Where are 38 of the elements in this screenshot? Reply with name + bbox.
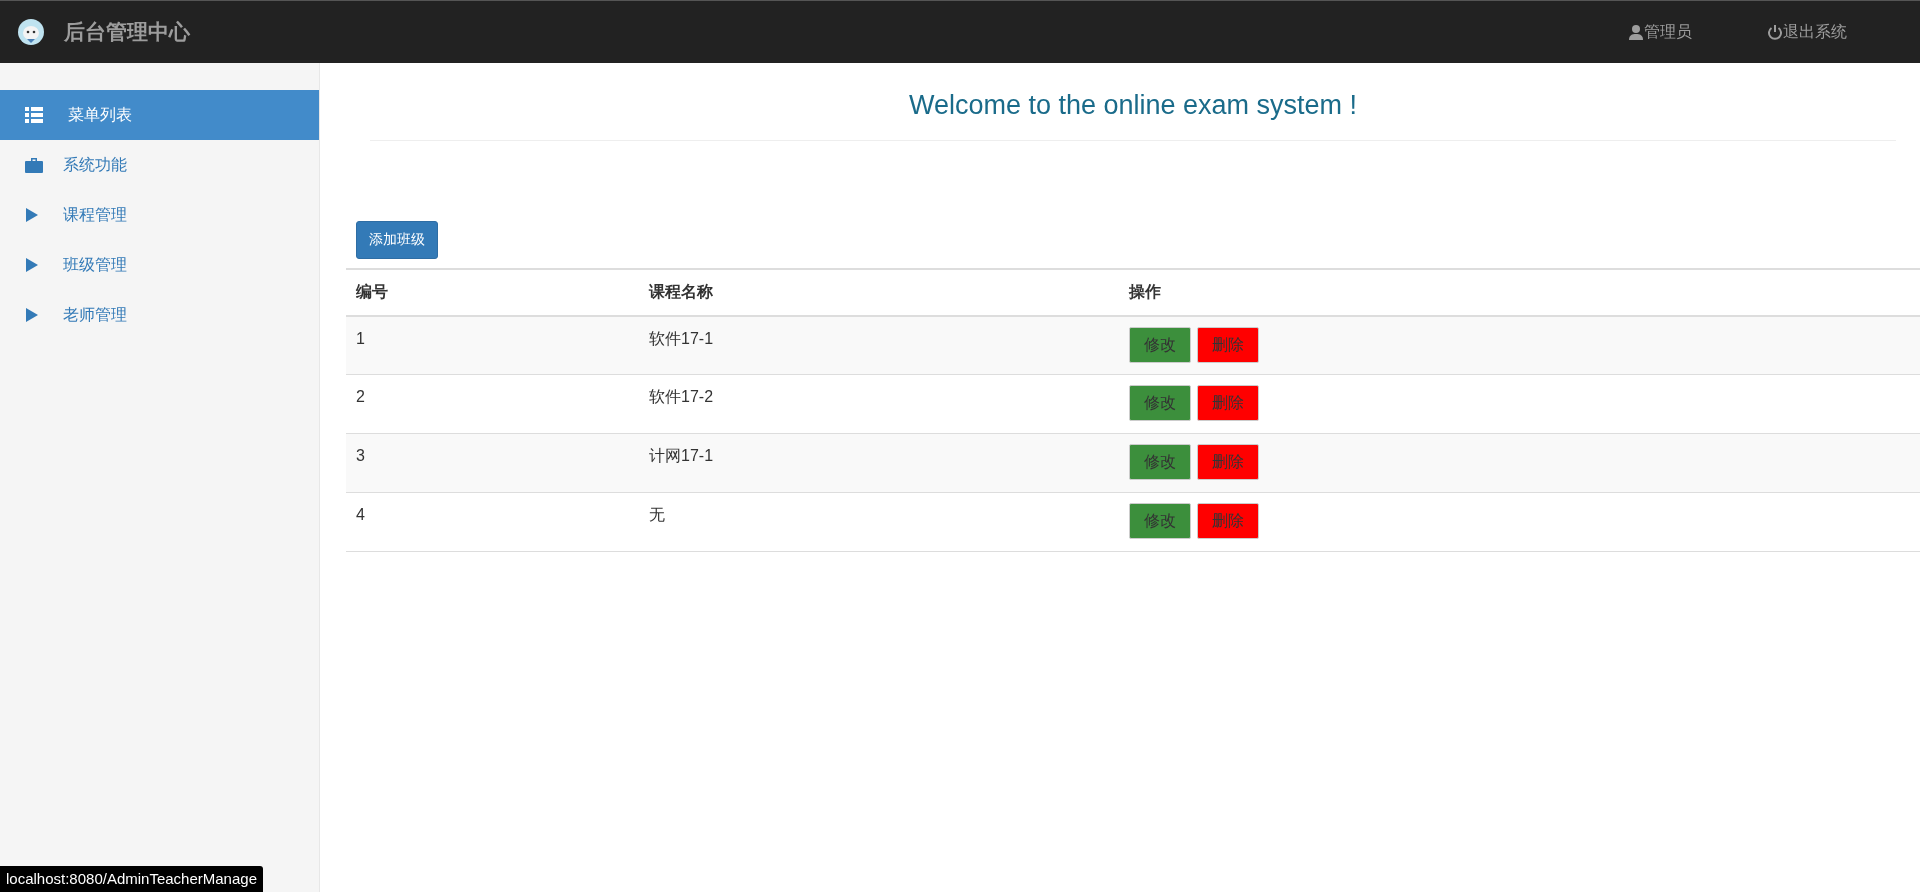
sidebar-item[interactable]: 课程管理 (0, 190, 319, 240)
edit-button[interactable]: 修改 (1129, 503, 1191, 539)
admin-user-link[interactable]: 管理员 (1628, 20, 1692, 44)
column-header: 课程名称 (639, 268, 1119, 316)
user-icon (1628, 24, 1644, 40)
table-cell: 4 (346, 492, 639, 552)
delete-button[interactable]: 删除 (1197, 444, 1259, 480)
delete-button[interactable]: 删除 (1197, 385, 1259, 421)
delete-button[interactable]: 删除 (1197, 503, 1259, 539)
sidebar-item[interactable]: 班级管理 (0, 240, 319, 290)
edit-button[interactable]: 修改 (1129, 385, 1191, 421)
sidebar-item[interactable]: 菜单列表 (0, 90, 319, 140)
table-cell: 无 (639, 492, 1119, 552)
logout-link[interactable]: 退出系统 (1767, 20, 1847, 44)
table-cell: 2 (346, 374, 639, 434)
briefcase-icon (25, 157, 43, 173)
triangle-icon (25, 257, 39, 273)
edit-button[interactable]: 修改 (1129, 326, 1191, 363)
cat-logo-icon (18, 19, 44, 45)
edit-button[interactable]: 修改 (1129, 444, 1191, 480)
triangle-icon (25, 307, 39, 323)
sidebar-item[interactable]: 系统功能 (0, 140, 319, 190)
triangle-icon (25, 207, 39, 223)
column-header: 操作 (1119, 268, 1920, 316)
list-icon (25, 107, 43, 123)
app-title: 后台管理中心 (64, 19, 190, 46)
column-header: 编号 (346, 268, 639, 316)
delete-button[interactable]: 删除 (1197, 326, 1259, 363)
table-cell: 软件17-1 (639, 315, 1119, 375)
add-class-button[interactable]: 添加班级 (356, 220, 438, 259)
status-bar-url: localhost:8080/AdminTeacherManage (0, 865, 263, 892)
table-cell: 计网17-1 (639, 433, 1119, 493)
table-cell: 1 (346, 315, 639, 375)
table-cell: 软件17-2 (639, 374, 1119, 434)
table-cell: 3 (346, 433, 639, 493)
page-title: Welcome to the online exam system ! (908, 89, 1358, 122)
power-icon (1767, 24, 1783, 40)
sidebar-item[interactable]: 老师管理 (0, 290, 319, 340)
